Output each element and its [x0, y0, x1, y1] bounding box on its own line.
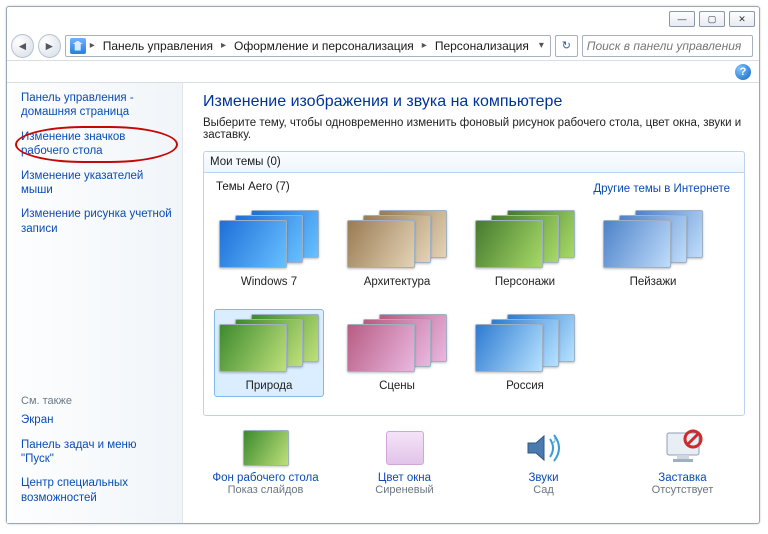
setting-label: Звуки [487, 472, 600, 484]
theme-thumbnail [475, 314, 575, 376]
window-color-setting[interactable]: Цвет окна Сиреневый [348, 428, 461, 496]
chevron-right-icon: ▸ [420, 40, 429, 51]
search-input[interactable]: Поиск в панели управления [582, 35, 753, 57]
forward-button[interactable]: ► [38, 34, 61, 58]
main-content: Изменение изображения и звука на компьют… [183, 83, 759, 523]
more-themes-link[interactable]: Другие темы в Интернете [593, 183, 730, 195]
breadcrumb-part[interactable]: Оформление и персонализация [230, 37, 418, 55]
theme-item[interactable]: Архитектура [342, 205, 452, 293]
help-icon[interactable]: ? [735, 64, 751, 80]
maximize-button[interactable]: ▢ [699, 11, 725, 27]
window-color-icon [386, 431, 424, 465]
minimize-button[interactable]: — [669, 11, 695, 27]
theme-thumbnail [219, 210, 319, 272]
close-button[interactable]: ✕ [729, 11, 755, 27]
sidebar-link-account-picture[interactable]: Изменение рисунка учетной записи [21, 207, 172, 236]
control-panel-icon [70, 38, 86, 54]
theme-item[interactable]: Россия [470, 309, 580, 397]
breadcrumb-part[interactable]: Панель управления [99, 37, 217, 55]
themes-panel: Другие темы в Интернете Темы Aero (7) Wi… [203, 172, 745, 416]
theme-label: Пейзажи [603, 276, 703, 288]
screensaver-setting[interactable]: Заставка Отсутствует [626, 428, 739, 496]
theme-label: Россия [475, 380, 575, 392]
theme-item[interactable]: Сцены [342, 309, 452, 397]
search-placeholder: Поиск в панели управления [587, 39, 742, 53]
setting-value: Отсутствует [626, 484, 739, 496]
theme-grid: Windows 7 Архитектура Персонажи Пейзажи Прир… [210, 197, 738, 405]
settings-row: Фон рабочего стола Показ слайдов Цвет ок… [203, 416, 745, 500]
sidebar-link-desktop-icons[interactable]: Изменение значков рабочего стола [21, 130, 172, 159]
back-button[interactable]: ◄ [11, 34, 34, 58]
screensaver-icon [659, 428, 707, 468]
chevron-down-icon[interactable]: ▾ [537, 40, 546, 51]
sidebar: Панель управления - домашняя страница Из… [7, 83, 183, 523]
svg-text:♪: ♪ [552, 435, 557, 446]
theme-item[interactable]: Пейзажи [598, 205, 708, 293]
sounds-setting[interactable]: ♪ Звуки Сад [487, 428, 600, 496]
theme-label: Windows 7 [219, 276, 319, 288]
sidebar-link-taskbar[interactable]: Панель задач и меню "Пуск" [21, 438, 172, 467]
theme-item[interactable]: Персонажи [470, 205, 580, 293]
sidebar-link-home[interactable]: Панель управления - домашняя страница [21, 91, 172, 120]
chevron-right-icon: ▸ [88, 40, 97, 51]
setting-label: Цвет окна [348, 472, 461, 484]
sidebar-link-ease-of-access[interactable]: Центр специальных возможностей [21, 476, 172, 505]
setting-value: Сиреневый [348, 484, 461, 496]
setting-value: Показ слайдов [209, 484, 322, 496]
desktop-background-icon [243, 430, 289, 466]
sidebar-link-mouse-pointers[interactable]: Изменение указателей мыши [21, 169, 172, 198]
setting-value: Сад [487, 484, 600, 496]
theme-thumbnail [603, 210, 703, 272]
sidebar-link-display[interactable]: Экран [21, 413, 172, 427]
toolbar: ? [7, 61, 759, 83]
theme-thumbnail [219, 314, 319, 376]
setting-label: Фон рабочего стола [209, 472, 322, 484]
breadcrumb-part[interactable]: Персонализация [431, 37, 533, 55]
page-subtitle: Выберите тему, чтобы одновременно измени… [203, 117, 745, 141]
theme-thumbnail [347, 210, 447, 272]
theme-label: Архитектура [347, 276, 447, 288]
breadcrumb[interactable]: ▸ Панель управления ▸ Оформление и персо… [65, 35, 551, 57]
theme-thumbnail [347, 314, 447, 376]
page-title: Изменение изображения и звука на компьют… [203, 93, 745, 111]
theme-label: Сцены [347, 380, 447, 392]
refresh-button[interactable]: ↻ [555, 35, 578, 57]
mythemes-heading: Мои темы (0) [203, 151, 745, 172]
titlebar: — ▢ ✕ [7, 7, 759, 31]
theme-item[interactable]: Windows 7 [214, 205, 324, 293]
see-also-heading: См. также [21, 395, 172, 407]
theme-label: Природа [219, 380, 319, 392]
chevron-right-icon: ▸ [219, 40, 228, 51]
address-row: ◄ ► ▸ Панель управления ▸ Оформление и п… [7, 31, 759, 61]
theme-item[interactable]: Природа [214, 309, 324, 397]
setting-label: Заставка [626, 472, 739, 484]
desktop-background-setting[interactable]: Фон рабочего стола Показ слайдов [209, 428, 322, 496]
window-frame: — ▢ ✕ ◄ ► ▸ Панель управления ▸ Оформлен… [6, 6, 760, 524]
sounds-icon: ♪ [520, 428, 568, 468]
theme-label: Персонажи [475, 276, 575, 288]
theme-thumbnail [475, 210, 575, 272]
